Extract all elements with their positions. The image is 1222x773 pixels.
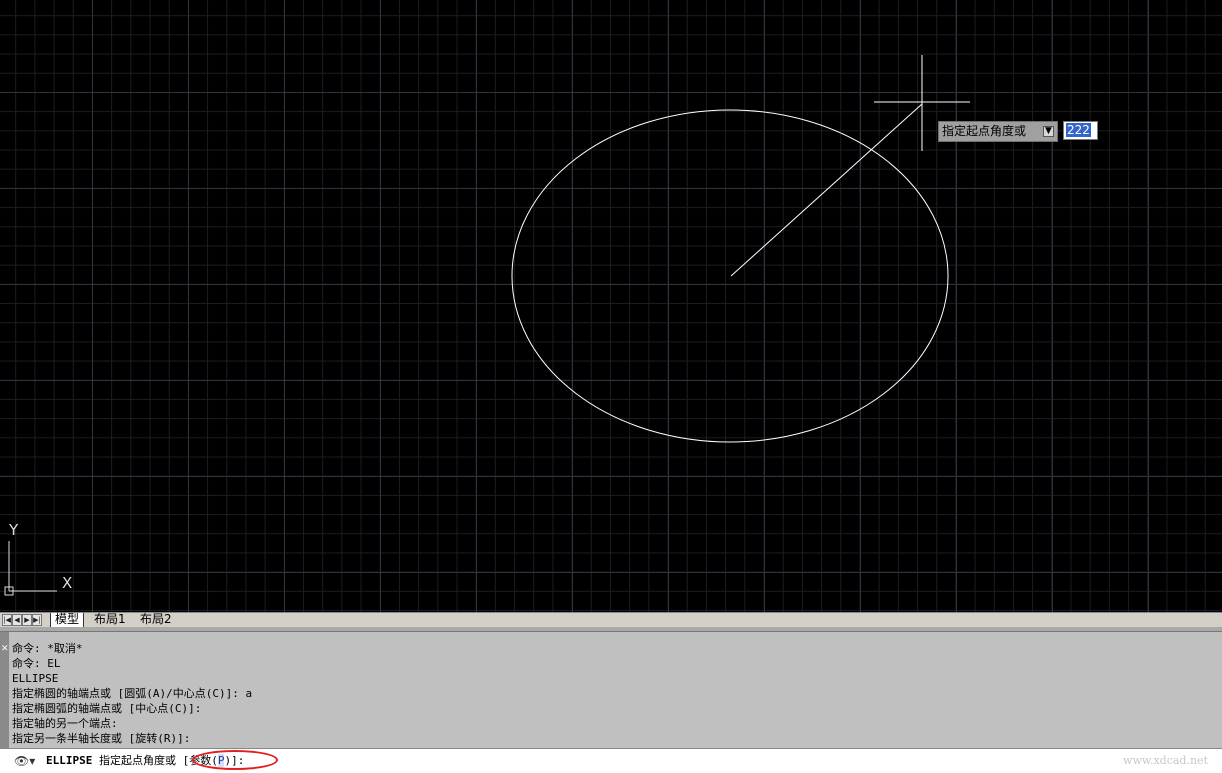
command-line[interactable]: 👁▾ ELLIPSE 指定起点角度或 [参数(P)]: [0, 748, 1222, 773]
history-lines: 命令: *取消* 命令: EL ELLIPSE 指定椭圆的轴端点或 [圆弧(A)/中心… [12, 641, 252, 746]
first-tab-icon[interactable]: |◀ [2, 614, 12, 626]
highlight-circle [192, 750, 278, 770]
history-line: ELLIPSE [12, 672, 59, 685]
next-tab-icon[interactable]: ▶ [22, 614, 32, 626]
history-line: 指定轴的另一个端点: [12, 717, 118, 730]
tab-layout1[interactable]: 布局1 [90, 613, 130, 627]
angle-input[interactable]: 222 [1063, 121, 1098, 140]
ucs-y-label: Y [9, 521, 19, 539]
rubber-band-line [730, 103, 923, 277]
drawing-canvas[interactable]: 指定起点角度或 ▼ 222 Y X [0, 0, 1222, 612]
history-line: 指定椭圆的轴端点或 [圆弧(A)/中心点(C)]: a [12, 687, 253, 700]
angle-value[interactable]: 222 [1066, 123, 1091, 137]
ucs-x-label: X [62, 574, 73, 592]
command-window-grip[interactable]: ✕ [0, 632, 9, 748]
command-history: ✕ 命令: *取消* 命令: EL ELLIPSE 指定椭圆的轴端点或 [圆弧(A)/… [0, 632, 1222, 748]
ellipse-shape[interactable] [511, 109, 949, 443]
down-arrow-icon[interactable]: ▼ [1043, 126, 1054, 137]
prev-tab-icon[interactable]: ◀ [12, 614, 22, 626]
command-icon[interactable]: 👁▾ [14, 754, 35, 768]
history-line: 命令: EL [12, 657, 61, 670]
drawing-svg [4, 55, 970, 596]
close-icon[interactable]: ✕ [1, 644, 9, 656]
tab-model[interactable]: 模型 [50, 613, 85, 627]
watermark: www.xdcad.net [1123, 754, 1208, 767]
layout-tab-bar: |◀ ◀ ▶ ▶| 模型 布局1 布局2 [0, 612, 1222, 627]
history-line: 命令: *取消* [12, 642, 83, 655]
tab-layout2[interactable]: 布局2 [136, 613, 176, 627]
history-line: 指定另一条半轴长度或 [旋转(R)]: [12, 732, 191, 745]
dynamic-input-tooltip: 指定起点角度或 ▼ [938, 121, 1058, 142]
tooltip-prompt: 指定起点角度或 [942, 124, 1027, 138]
command-prompt-text: 指定起点角度或 [92, 754, 183, 767]
last-tab-icon[interactable]: ▶| [32, 614, 42, 626]
history-line: 指定椭圆弧的轴端点或 [中心点(C)]: [12, 702, 202, 715]
command-name: ELLIPSE [46, 754, 93, 767]
